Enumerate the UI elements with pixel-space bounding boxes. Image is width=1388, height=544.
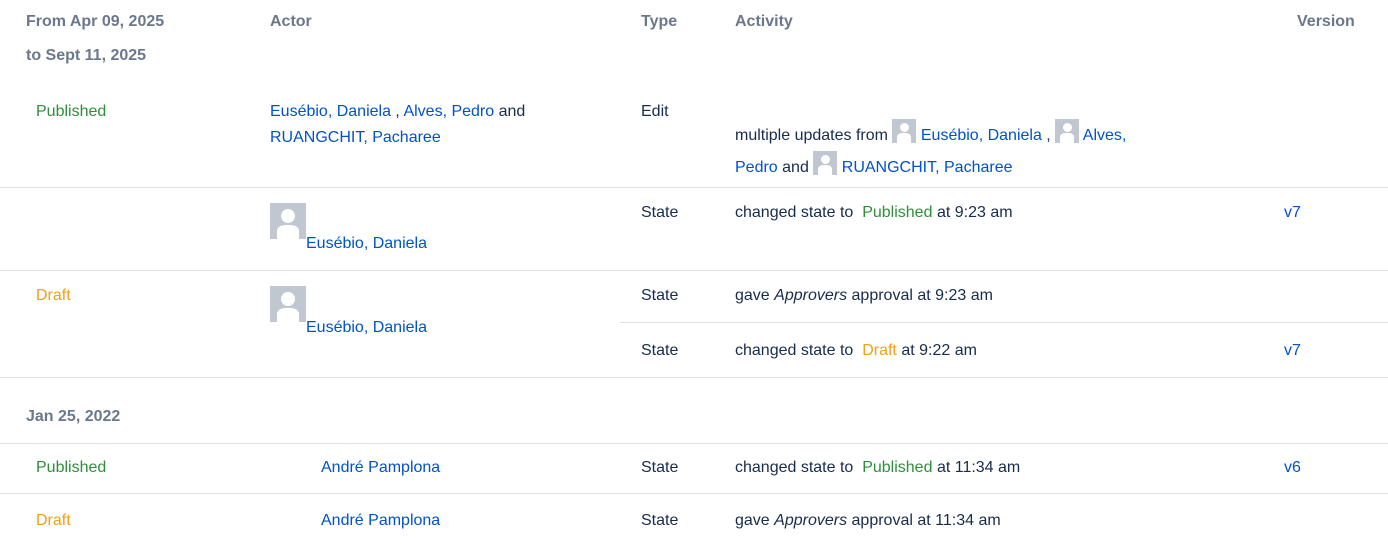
user-link-andre[interactable]: André Pamplona — [321, 458, 440, 478]
version-link-v7[interactable]: v7 — [1284, 203, 1301, 223]
type-state: State — [641, 342, 679, 359]
version-link-v7[interactable]: v7 — [1284, 341, 1301, 361]
group-date: Jan 25, 2022 — [26, 408, 121, 425]
separator-and: and — [782, 159, 809, 176]
user-link-andre[interactable]: André Pamplona — [321, 511, 440, 531]
separator-comma: , — [1046, 127, 1051, 144]
user-link-pacharee[interactable]: RUANGCHIT, Pacharee — [270, 129, 441, 146]
state-label-published: Published — [36, 103, 107, 120]
header-type: Type — [641, 13, 678, 30]
user-link-pedro[interactable]: Alves, — [1083, 127, 1127, 144]
state-label-published: Published — [862, 459, 933, 476]
header-date-range-line2: to Sept 11, 2025 — [26, 47, 147, 64]
activity-multiple-updates-cont: Pedro and RUANGCHIT, Pacharee — [735, 151, 1012, 178]
activity-approval: gave Approvers approval at 9:23 am — [735, 286, 993, 306]
type-edit: Edit — [641, 103, 669, 120]
state-label-draft: Draft — [36, 287, 71, 304]
approvers-group: Approvers — [774, 512, 848, 529]
activity-time: approval at 9:23 am — [851, 287, 993, 304]
version-link-v6[interactable]: v6 — [1284, 458, 1301, 478]
state-label-draft: Draft — [36, 512, 71, 529]
type-state: State — [641, 459, 679, 476]
sub-row-divider — [620, 322, 1388, 323]
activity-changed-state: changed state to Published at 9:23 am — [735, 203, 1013, 223]
type-state: State — [641, 204, 679, 221]
activity-multiple-updates: multiple updates from Eusébio, Daniela ,… — [735, 119, 1126, 146]
avatar-icon — [892, 119, 917, 143]
row-divider — [0, 270, 1388, 271]
header-activity: Activity — [735, 13, 793, 30]
actor-list: Eusébio, Daniela , Alves, Pedro and — [270, 102, 525, 122]
user-link-pacharee[interactable]: RUANGCHIT, Pacharee — [842, 159, 1013, 176]
activity-text: gave — [735, 512, 770, 529]
row-divider — [0, 443, 1388, 444]
activity-text: multiple updates from — [735, 127, 888, 144]
separator-comma: , — [395, 103, 400, 120]
activity-time: at 9:23 am — [936, 204, 1013, 221]
header-actor: Actor — [270, 13, 312, 30]
activity-changed-state: changed state to Draft at 9:22 am — [735, 341, 977, 361]
actor-list-cont: RUANGCHIT, Pacharee — [270, 128, 441, 148]
type-state: State — [641, 512, 679, 529]
user-link-pedro[interactable]: Alves, Pedro — [403, 103, 494, 120]
state-label-published: Published — [862, 204, 933, 221]
separator-and: and — [498, 103, 526, 120]
header-version: Version — [1297, 13, 1355, 30]
header-date-range-line1: From Apr 09, 2025 — [26, 13, 165, 30]
activity-text: changed state to — [735, 342, 854, 359]
avatar-icon — [270, 286, 306, 322]
avatar-icon — [270, 203, 306, 239]
activity-time: approval at 11:34 am — [851, 512, 1001, 529]
user-link-daniela[interactable]: Eusébio, Daniela — [306, 234, 427, 254]
row-divider — [0, 377, 1388, 378]
activity-time: at 11:34 am — [936, 459, 1021, 476]
activity-text: changed state to — [735, 459, 854, 476]
user-link-daniela[interactable]: Eusébio, Daniela — [921, 127, 1042, 144]
activity-approval: gave Approvers approval at 11:34 am — [735, 511, 1001, 531]
row-divider — [0, 493, 1388, 494]
row-divider — [0, 187, 1388, 188]
approvers-group: Approvers — [774, 287, 848, 304]
activity-text: changed state to — [735, 204, 854, 221]
avatar-icon — [813, 151, 838, 175]
activity-time: at 9:22 am — [901, 342, 977, 359]
state-label-published: Published — [36, 459, 107, 476]
state-label-draft: Draft — [862, 342, 897, 359]
activity-changed-state: changed state to Published at 11:34 am — [735, 458, 1020, 478]
user-link-pedro[interactable]: Pedro — [735, 159, 778, 176]
type-state: State — [641, 287, 679, 304]
avatar-icon — [1055, 119, 1080, 143]
activity-text: gave — [735, 287, 770, 304]
user-link-daniela[interactable]: Eusébio, Daniela — [270, 103, 391, 120]
user-link-daniela[interactable]: Eusébio, Daniela — [306, 318, 427, 338]
